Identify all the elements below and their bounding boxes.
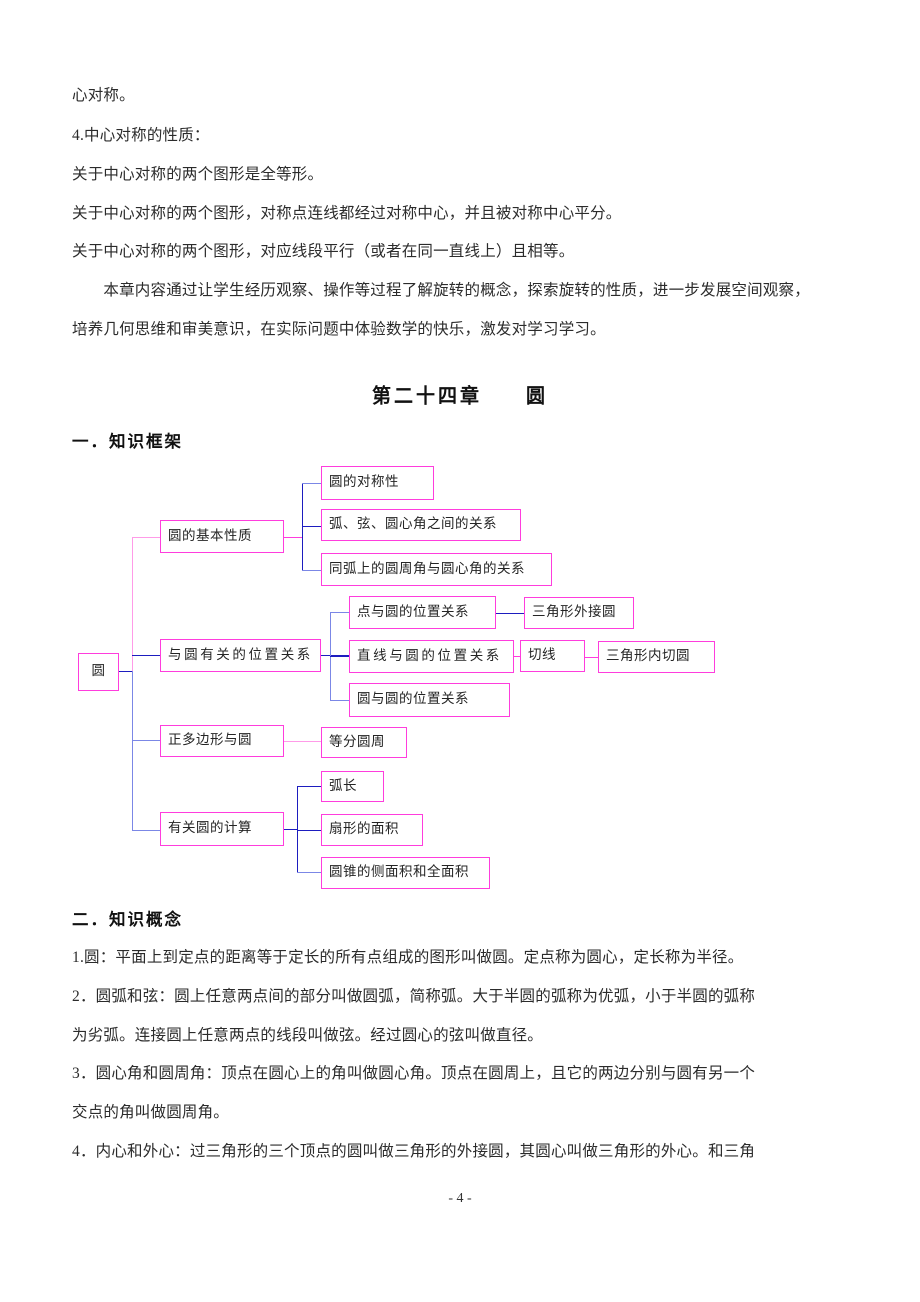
connector-spine-to-calc: [132, 830, 161, 831]
mindmap-node-branch-basic[interactable]: 圆的基本性质: [160, 520, 284, 553]
connector-basic-to-leaf-1: [302, 483, 322, 484]
connector-position-to-leaf-1: [330, 612, 350, 613]
page-number: - 4 -: [448, 1191, 472, 1206]
connector-basic-subspine: [302, 483, 303, 570]
connector-spine-to-basic: [132, 537, 161, 538]
mindmap-leaf-point-circle-position[interactable]: 点与圆的位置关系: [349, 596, 496, 629]
connector-spine-to-position: [132, 655, 161, 656]
paragraph: 关于中心对称的两个图形是全等形。: [72, 166, 324, 183]
paragraph: 4.中心对称的性质：: [72, 127, 210, 144]
connector-basic-to-leaf-3: [302, 570, 322, 571]
connector-root-stub: [119, 671, 133, 672]
connector-calc-to-leaf-1: [297, 786, 322, 787]
mindmap-leaf-arc-length[interactable]: 弧长: [321, 771, 384, 802]
paragraph: 本章内容通过让学生经历观察、操作等过程了解旋转的概念，探索旋转的性质，进一步发展…: [72, 282, 810, 299]
concept-paragraph: 3．圆心角和圆周角：顶点在圆心上的角叫做圆心角。顶点在圆周上，且它的两边分别与圆…: [72, 1065, 756, 1082]
connector-spine-upper: [132, 537, 133, 672]
connector-tangent-to-incircle: [585, 657, 598, 658]
connector-point-to-circumcircle: [496, 613, 524, 614]
section-heading-knowledge-framework: 一．知识框架: [72, 432, 183, 451]
connector-polygon-to-leaf: [284, 741, 321, 742]
connector-calc-to-leaf-3: [297, 872, 322, 873]
paragraph: 关于中心对称的两个图形，对应线段平行（或者在同一直线上）且相等。: [72, 243, 575, 260]
connector-position-out: [321, 655, 350, 656]
mindmap-leaf-equal-division-circumference[interactable]: 等分圆周: [321, 727, 407, 758]
mindmap-leaf-triangle-incircle[interactable]: 三角形内切圆: [598, 641, 715, 673]
concept-paragraph: 为劣弧。连接圆上任意两点的线段叫做弦。经过圆心的弦叫做直径。: [72, 1027, 544, 1044]
chapter-title: 第二十四章 圆: [371, 384, 548, 408]
mindmap-leaf-inscribed-central-angle[interactable]: 同弧上的圆周角与圆心角的关系: [321, 553, 552, 586]
mindmap-node-root[interactable]: 圆: [78, 653, 119, 691]
mindmap-leaf-sector-area[interactable]: 扇形的面积: [321, 814, 423, 846]
concept-paragraph: 4．内心和外心：过三角形的三个顶点的圆叫做三角形的外接圆，其圆心叫做三角形的外心…: [72, 1143, 756, 1160]
concept-paragraph: 1.圆：平面上到定点的距离等于定长的所有点组成的图形叫做圆。定点称为圆心，定长称…: [72, 949, 744, 966]
connector-basic-out: [284, 537, 302, 538]
connector-calc-subspine: [297, 786, 298, 873]
concept-paragraph: 2．圆弧和弦：圆上任意两点间的部分叫做圆弧，简称弧。大于半圆的弧称为优弧，小于半…: [72, 988, 756, 1005]
connector-spine-to-polygon: [132, 740, 161, 741]
connector-basic-to-leaf-2: [302, 526, 322, 527]
concept-paragraph: 交点的角叫做圆周角。: [72, 1104, 230, 1121]
connector-spine-lower: [132, 671, 133, 831]
mindmap-node-branch-position[interactable]: 与圆有关的位置关系: [160, 639, 321, 672]
connector-position-subspine: [330, 612, 331, 700]
connector-position-to-leaf-3: [330, 700, 350, 701]
paragraph: 心对称。: [72, 87, 135, 104]
connector-calc-to-leaf-2: [297, 830, 322, 831]
document-page: 心对称。 4.中心对称的性质： 关于中心对称的两个图形是全等形。 关于中心对称的…: [0, 0, 920, 1302]
mindmap-node-branch-polygon[interactable]: 正多边形与圆: [160, 725, 284, 757]
connector-position-to-leaf-2: [330, 656, 350, 657]
paragraph: 关于中心对称的两个图形，对称点连线都经过对称中心，并且被对称中心平分。: [72, 205, 622, 222]
connector-calc-out: [284, 829, 298, 830]
mindmap-leaf-arc-chord-central-angle[interactable]: 弧、弦、圆心角之间的关系: [321, 509, 521, 541]
mindmap-leaf-tangent[interactable]: 切线: [520, 640, 585, 672]
mindmap-leaf-cone-surface-area[interactable]: 圆锥的侧面积和全面积: [321, 857, 490, 889]
mindmap-leaf-line-circle-position[interactable]: 直线与圆的位置关系: [349, 640, 514, 673]
mindmap-leaf-circle-symmetry[interactable]: 圆的对称性: [321, 466, 434, 500]
paragraph: 培养几何思维和审美意识，在实际问题中体验数学的快乐，激发对学习学习。: [72, 321, 606, 338]
mindmap-leaf-circle-circle-position[interactable]: 圆与圆的位置关系: [349, 683, 510, 717]
mindmap-node-branch-calc[interactable]: 有关圆的计算: [160, 812, 284, 846]
section-heading-knowledge-concepts: 二．知识概念: [72, 910, 183, 929]
mindmap-leaf-triangle-circumcircle[interactable]: 三角形外接圆: [524, 597, 634, 629]
